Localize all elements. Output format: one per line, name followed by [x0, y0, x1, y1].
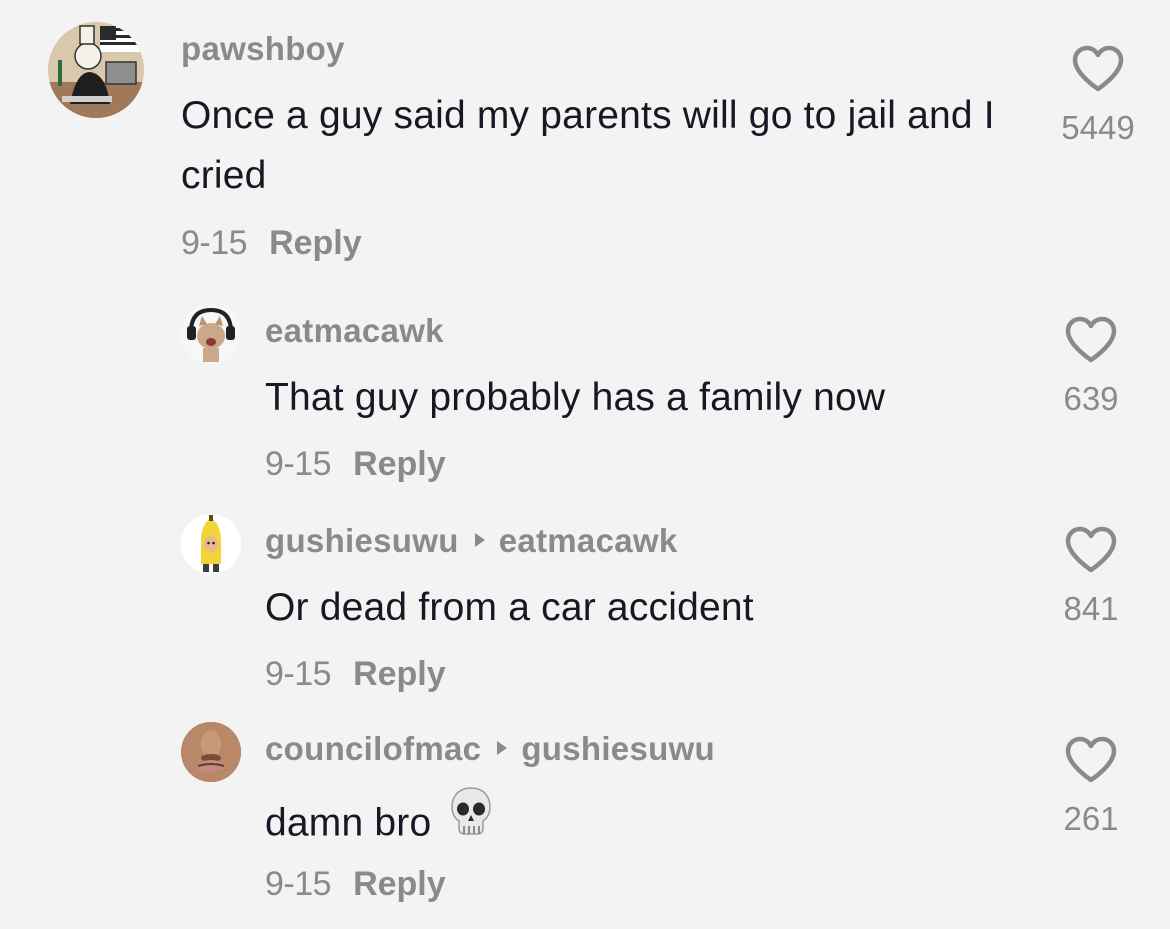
comment-meta: 9-15 Reply — [181, 224, 362, 263]
like-button[interactable]: 639 — [1041, 316, 1141, 418]
like-count: 841 — [1063, 590, 1119, 627]
comment-text: Or dead from a car accident — [265, 586, 754, 629]
comment-meta: 9-15 Reply — [265, 445, 446, 484]
comment-text: damn bro — [265, 787, 1005, 860]
avatar[interactable] — [48, 22, 144, 118]
reply-button[interactable]: Reply — [269, 224, 362, 262]
avatar[interactable] — [181, 304, 241, 364]
like-button[interactable]: 261 — [1041, 736, 1141, 838]
comment-username[interactable]: gushiesuwu eatmacawk — [265, 522, 678, 560]
skull-icon — [449, 786, 493, 856]
comment-item: pawshboy Once a guy said my parents will… — [0, 0, 1170, 290]
heart-icon — [1065, 526, 1117, 573]
reply-button[interactable]: Reply — [353, 445, 446, 483]
reply-to-username[interactable]: eatmacawk — [499, 522, 678, 559]
comment-username[interactable]: pawshboy — [181, 30, 345, 68]
comment-date: 9-15 — [181, 224, 248, 262]
comment-meta: 9-15 Reply — [265, 865, 446, 904]
reply-button[interactable]: Reply — [353, 655, 446, 693]
heart-icon — [1065, 736, 1117, 783]
comment-date: 9-15 — [265, 655, 332, 693]
reply-to-arrow-icon — [474, 533, 485, 548]
like-button[interactable]: 5449 — [1048, 45, 1148, 147]
comment-date: 9-15 — [265, 445, 332, 483]
reply-to-username[interactable]: gushiesuwu — [521, 730, 715, 767]
like-count: 261 — [1063, 800, 1119, 837]
heart-icon — [1065, 316, 1117, 363]
avatar[interactable] — [181, 722, 241, 782]
like-count: 639 — [1063, 380, 1119, 417]
comment-reply-item: councilofmac gushiesuwu damn bro 9-15 Repl… — [0, 712, 1170, 929]
reply-to-arrow-icon — [497, 741, 508, 756]
like-count: 5449 — [1061, 109, 1135, 146]
comment-reply-item: gushiesuwu eatmacawk Or dead from a car a… — [0, 502, 1170, 712]
comment-text: Once a guy said my parents will go to ja… — [181, 94, 995, 197]
comment-text: That guy probably has a family now — [265, 376, 886, 419]
heart-icon — [1072, 45, 1124, 92]
comment-date: 9-15 — [265, 865, 332, 903]
comment-username[interactable]: councilofmac gushiesuwu — [265, 730, 715, 768]
comment-reply-item: eatmacawk That guy probably has a family… — [0, 290, 1170, 502]
reply-button[interactable]: Reply — [353, 865, 446, 903]
comment-username[interactable]: eatmacawk — [265, 312, 444, 350]
comment-meta: 9-15 Reply — [265, 655, 446, 694]
like-button[interactable]: 841 — [1041, 526, 1141, 628]
avatar[interactable] — [181, 514, 241, 574]
